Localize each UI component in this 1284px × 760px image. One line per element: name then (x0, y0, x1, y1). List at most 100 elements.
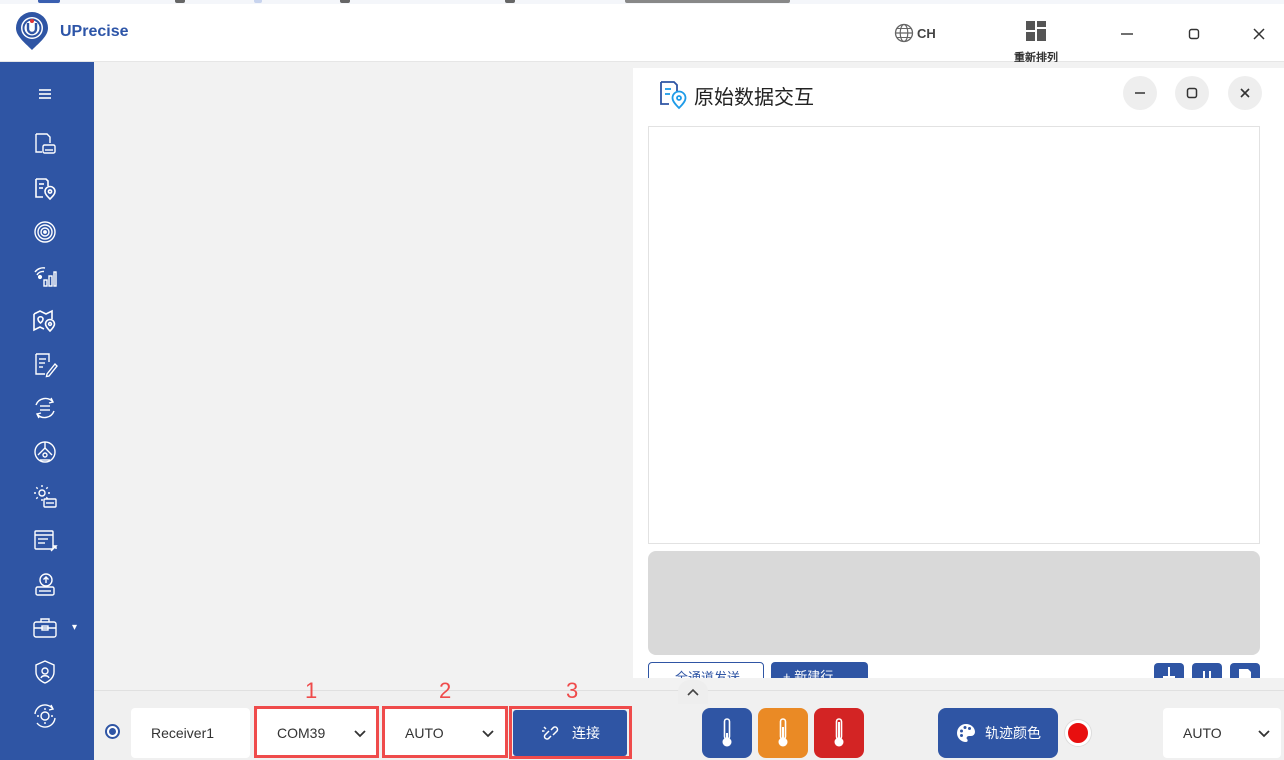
target-icon (34, 221, 56, 243)
thermometer-low-icon (722, 718, 732, 747)
sidebar-item-sync[interactable] (27, 392, 63, 424)
sidebar-item-raw-data[interactable] (27, 172, 63, 204)
tab-indicator (505, 0, 515, 3)
link-icon (542, 726, 559, 740)
sidebar-item-edit[interactable] (27, 348, 63, 380)
title-bar: UPrecise CH 重新排列 (0, 4, 1284, 64)
sidebar-menu-toggle[interactable] (27, 78, 63, 110)
port-select[interactable]: COM39 (257, 708, 377, 758)
map-pin-icon (33, 309, 56, 333)
track-color-button[interactable]: 轨迹颜色 (938, 708, 1058, 758)
panel-maximize-button[interactable] (1175, 76, 1209, 110)
tab-indicator (175, 0, 185, 3)
tab-indicator (340, 0, 350, 3)
rearrange-button[interactable]: 重新排列 (1006, 20, 1066, 64)
temperature-high-button[interactable] (814, 708, 864, 758)
raw-data-output[interactable] (648, 126, 1260, 544)
sidebar-item-map[interactable] (27, 304, 63, 336)
port-value: COM39 (277, 725, 326, 741)
location-document-icon (35, 178, 56, 201)
tab-indicator (254, 0, 262, 3)
toolbox-expand-icon[interactable]: ▾ (72, 622, 77, 633)
connect-button[interactable]: 连接 (513, 710, 627, 756)
tab-indicator (38, 0, 60, 3)
baud-select[interactable]: AUTO (385, 708, 505, 758)
annotation-number-1: 1 (305, 678, 318, 703)
receiver-radio[interactable] (105, 724, 120, 739)
layout-grid-icon (1026, 21, 1046, 41)
list-upload-icon (34, 530, 58, 552)
app-name: UPrecise (60, 23, 129, 40)
pause-button[interactable] (1192, 663, 1222, 678)
location-document-icon (660, 81, 687, 110)
toolbox-icon (33, 618, 57, 638)
close-icon (1253, 28, 1265, 40)
window-caption-fragment (625, 0, 790, 3)
sidebar-item-target[interactable] (27, 216, 63, 248)
new-line-button[interactable]: + 新建行 (771, 662, 868, 678)
pause-icon (1203, 671, 1211, 678)
temperature-low-button[interactable] (702, 708, 752, 758)
close-button[interactable] (1245, 20, 1273, 48)
pin-button[interactable] (1154, 663, 1184, 678)
annotation-number-2: 2 (439, 678, 452, 703)
sidebar-item-reset[interactable] (27, 700, 63, 732)
sidebar-item-upload[interactable] (27, 568, 63, 600)
raw-data-panel: 原始数据交互 全通道发送 + 新建行 (633, 68, 1284, 678)
sync-icon (35, 397, 55, 419)
sidebar-item-signal[interactable] (27, 260, 63, 292)
sidebar-item-device[interactable] (27, 128, 63, 160)
device-file-icon (35, 133, 56, 154)
panel-title: 原始数据交互 (694, 87, 814, 109)
satellite-dish-icon (34, 441, 56, 463)
chevron-down-icon (482, 730, 494, 738)
new-line-label: 新建行 (794, 669, 834, 678)
temperature-mid-button[interactable] (758, 708, 808, 758)
minimize-button[interactable] (1113, 20, 1141, 48)
security-settings-icon (35, 660, 55, 684)
edit-document-icon (35, 353, 58, 378)
send-all-channels-button[interactable]: 全通道发送 (648, 662, 764, 678)
cloud-upload-icon (35, 573, 55, 596)
palette-icon (957, 724, 975, 742)
panel-close-button[interactable] (1228, 76, 1262, 110)
chevron-down-icon (354, 730, 366, 738)
thermometer-mid-icon (778, 718, 788, 747)
track-color-swatch[interactable] (1065, 720, 1091, 746)
close-icon (1240, 88, 1250, 98)
refresh-gear-icon (34, 704, 56, 728)
pin-icon (1163, 667, 1175, 678)
menu-icon (39, 89, 51, 99)
maximize-button[interactable] (1180, 20, 1208, 48)
collapse-panel-button[interactable] (678, 680, 708, 704)
connect-label: 连接 (572, 725, 600, 741)
chevron-down-icon (1258, 730, 1270, 738)
raw-data-input[interactable] (648, 551, 1260, 655)
baud-value: AUTO (405, 725, 444, 741)
sidebar-item-settings[interactable] (27, 480, 63, 512)
sidebar-item-records[interactable] (27, 524, 63, 556)
save-button[interactable] (1230, 663, 1260, 678)
maximize-icon (1186, 87, 1198, 99)
plus-icon: + (783, 669, 795, 678)
language-label: CH (917, 25, 936, 41)
receiver-field[interactable]: Receiver1 (131, 708, 250, 758)
receiver-value: Receiver1 (151, 725, 215, 741)
sidebar: ▾ (0, 62, 94, 760)
sidebar-item-satellite[interactable] (27, 436, 63, 468)
panel-minimize-button[interactable] (1123, 76, 1157, 110)
language-button[interactable]: CH (894, 22, 936, 44)
panel-header: 原始数据交互 (633, 68, 1284, 118)
minimize-icon (1135, 92, 1145, 94)
thermometer-high-icon (834, 718, 844, 747)
save-icon (1239, 669, 1251, 678)
chevron-up-icon (687, 688, 699, 696)
sidebar-item-security[interactable] (27, 656, 63, 688)
globe-icon (894, 23, 914, 43)
maximize-icon (1188, 28, 1200, 40)
sidebar-item-toolbox[interactable] (27, 612, 63, 644)
signal-bars-icon (34, 267, 57, 287)
uprecise-logo (16, 12, 48, 50)
send-all-channels-label: 全通道发送 (675, 670, 741, 678)
mode-select[interactable]: AUTO (1163, 708, 1281, 758)
